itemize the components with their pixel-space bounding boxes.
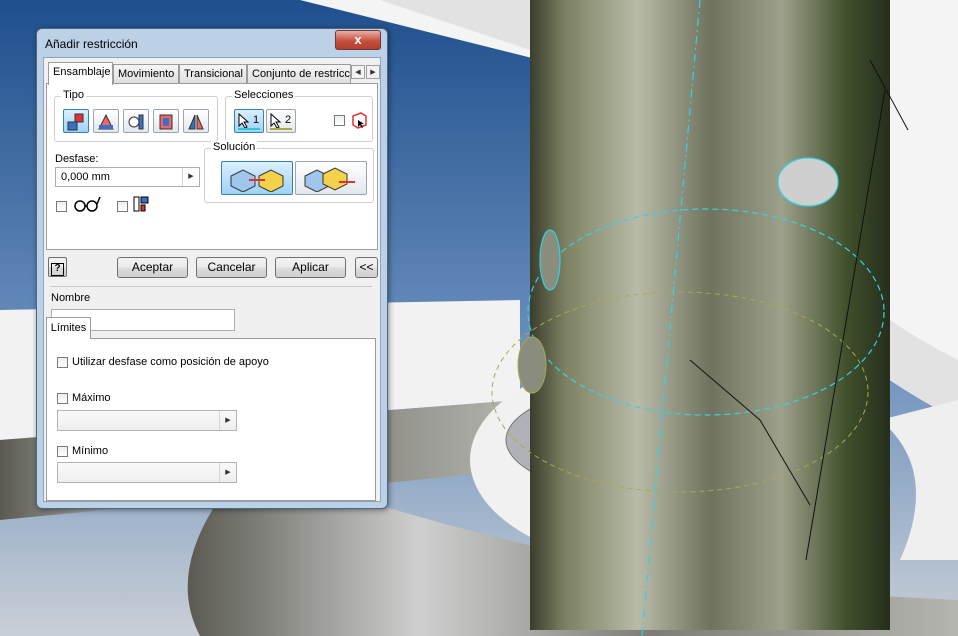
maximo-label: Máximo [72,392,111,404]
tangent-icon [128,114,144,130]
add-constraint-dialog: Añadir restricción x Ensamblaje Movimien… [36,28,388,509]
selecciones-label: Selecciones [232,89,296,101]
maximo-input[interactable]: ▶ [57,410,237,431]
flush-solution-button[interactable] [295,161,367,195]
mate-solution-icon [230,169,284,192]
constraint-tabs: Ensamblaje Movimiento Transicional Conju… [46,62,380,85]
maximo-arrow-icon[interactable]: ▶ [219,411,236,430]
desfase-label: Desfase: [55,153,99,165]
angle-type-button[interactable] [93,109,119,133]
tab-transicional[interactable]: Transicional [179,64,247,84]
symmetry-type-button[interactable] [183,109,209,133]
insert-icon [159,114,173,130]
close-button[interactable]: x [335,30,381,50]
pick-part-first-icon [352,112,367,129]
selection-1-label: 1 [253,114,260,126]
mate-solution-button[interactable] [221,161,293,195]
selecciones-group: Selecciones 1 2 [225,89,373,142]
tab-scroll-right-icon[interactable]: ▶ [366,65,380,79]
tab-conjunto-restricciones[interactable]: Conjunto de restricc [247,64,351,84]
dialog-title: Añadir restricción [45,37,138,51]
selection-2-button[interactable]: 2 [266,109,296,133]
insert-type-button[interactable] [153,109,179,133]
pick-part-first-checkbox[interactable] [334,115,345,126]
solucion-group: Solución [204,141,374,203]
tangent-type-button[interactable] [123,109,149,133]
minimo-checkbox[interactable] [57,446,68,457]
desfase-value: 0,000 mm [61,171,110,183]
cursor-arrow-icon [238,113,250,129]
minimo-label: Mínimo [72,445,109,457]
assembly-tab-panel: Tipo Selecciones 1 2 Desfase: 0,000 mm ▶… [46,83,378,250]
tipo-group: Tipo [54,89,218,142]
show-preview-checkbox[interactable] [56,201,67,212]
tab-ensamblaje[interactable]: Ensamblaje [48,62,113,85]
mate-icon [67,113,84,131]
tab-scroll-left-icon[interactable]: ◀ [351,65,365,79]
desfase-input[interactable]: 0,000 mm ▶ [55,167,200,187]
angle-icon [98,113,114,130]
tab-limites[interactable]: Límites [46,317,91,339]
flush-solution-icon [304,167,355,192]
dialog-client: Ensamblaje Movimiento Transicional Conju… [43,57,381,502]
solucion-label: Solución [211,141,258,153]
minimo-input[interactable]: ▶ [57,462,237,483]
minimo-arrow-icon[interactable]: ▶ [219,463,236,482]
collapse-button[interactable]: << [355,257,378,278]
use-offset-rest-label: Utilizar desfase como posición de apoyo [72,356,269,368]
mate-type-button[interactable] [63,109,89,133]
glasses-icon [74,196,101,212]
symmetry-icon [188,114,204,130]
selection-2-label: 2 [285,114,292,126]
tab-movimiento[interactable]: Movimiento [113,64,179,84]
maximo-checkbox[interactable] [57,393,68,404]
separator [50,286,372,287]
desfase-arrow-icon[interactable]: ▶ [182,168,199,186]
nombre-label: Nombre [51,292,91,304]
cancelar-button[interactable]: Cancelar [196,257,267,278]
use-offset-rest-checkbox[interactable] [57,357,68,368]
tipo-label: Tipo [61,89,86,101]
predict-offset-checkbox[interactable] [117,201,128,212]
help-button[interactable]: ? [48,257,67,277]
predict-offset-icon [133,196,149,212]
selection-1-color-bar [238,128,260,130]
limites-panel: Utilizar desfase como posición de apoyo … [46,338,376,501]
aplicar-button[interactable]: Aplicar [275,257,346,278]
dialog-titlebar[interactable]: Añadir restricción x [37,29,387,57]
aceptar-button[interactable]: Aceptar [117,257,188,278]
cursor-arrow-icon [270,113,282,129]
selection-1-button[interactable]: 1 [234,109,264,133]
help-icon: ? [51,263,64,276]
selection-2-color-bar [270,128,292,130]
